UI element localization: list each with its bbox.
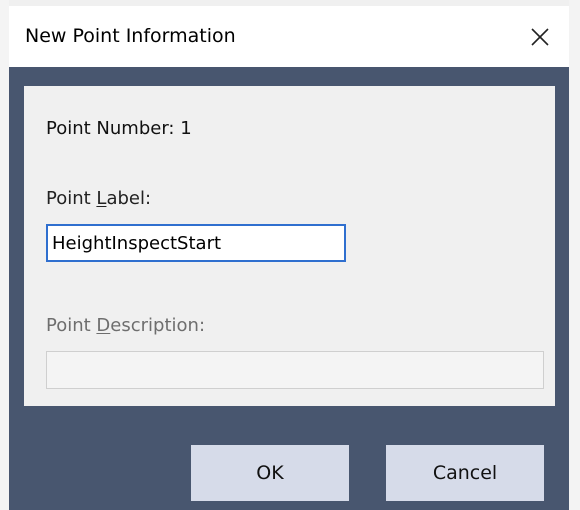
point-label-caption-pre: Point xyxy=(46,188,97,209)
backdrop-left xyxy=(0,0,9,510)
cancel-button[interactable]: Cancel xyxy=(386,445,544,501)
backdrop-right xyxy=(569,0,580,510)
point-label-input[interactable] xyxy=(46,224,346,262)
close-icon xyxy=(531,27,549,46)
ok-button[interactable]: OK xyxy=(191,445,349,501)
new-point-dialog: New Point Information Point Number: 1 Po… xyxy=(9,6,569,510)
point-label-caption: Point Label: xyxy=(46,188,151,209)
point-description-input[interactable] xyxy=(46,351,544,389)
point-label-accelerator: L xyxy=(96,188,107,209)
point-description-caption-post: escription: xyxy=(110,315,206,336)
point-label-caption-post: abel: xyxy=(106,188,152,209)
dialog-panel: Point Number: 1 Point Label: Point Descr… xyxy=(24,86,555,406)
point-description-caption-pre: Point xyxy=(46,315,97,336)
point-description-caption: Point Description: xyxy=(46,315,205,336)
close-button[interactable] xyxy=(511,6,569,67)
dialog-title: New Point Information xyxy=(25,25,236,47)
point-number-label: Point Number: 1 xyxy=(46,118,192,139)
title-bar: New Point Information xyxy=(9,6,569,67)
point-description-accelerator: D xyxy=(96,315,111,336)
